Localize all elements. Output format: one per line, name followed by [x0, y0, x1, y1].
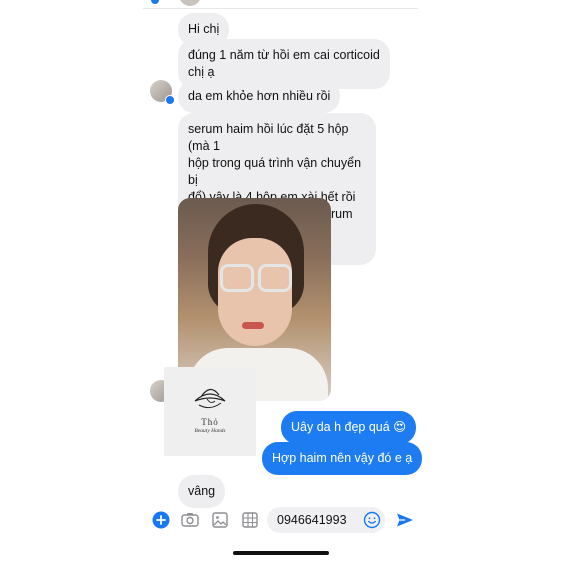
photo-glasses-left	[220, 264, 254, 292]
plus-circle-icon[interactable]	[151, 510, 171, 530]
divider-line	[143, 8, 418, 9]
avatar	[179, 0, 201, 6]
brand-name: Thỏ	[201, 417, 219, 427]
watermark-logo: Thỏ Beauty Hands	[164, 367, 256, 456]
sticker-grid-icon[interactable]	[240, 510, 260, 530]
messenger-badge-icon	[165, 95, 175, 105]
message-composer: 0946641993	[143, 505, 418, 535]
message-outgoing: Uây da h đẹp quá 😍	[281, 411, 417, 444]
photo-face	[218, 238, 292, 346]
message-incoming: vâng	[178, 475, 226, 508]
unread-dot	[151, 0, 159, 4]
camera-icon[interactable]	[180, 510, 200, 530]
message-input[interactable]: 0946641993	[267, 507, 385, 533]
message-outgoing: Hợp haim nên vậy đó e ạ	[262, 442, 423, 475]
message-incoming: da em khỏe hơn nhiều rồi	[178, 80, 341, 113]
send-icon[interactable]	[395, 510, 415, 530]
top-divider	[143, 0, 418, 9]
photo-lips	[242, 322, 264, 329]
hat-logo-icon	[194, 388, 226, 409]
photo-glasses-right	[258, 264, 292, 292]
home-indicator	[233, 551, 329, 555]
brand-tagline: Beauty Hands	[194, 428, 226, 434]
avatar[interactable]	[150, 80, 175, 105]
image-icon[interactable]	[210, 510, 230, 530]
message-input-value: 0946641993	[277, 513, 347, 527]
emoji-icon[interactable]	[363, 511, 381, 529]
